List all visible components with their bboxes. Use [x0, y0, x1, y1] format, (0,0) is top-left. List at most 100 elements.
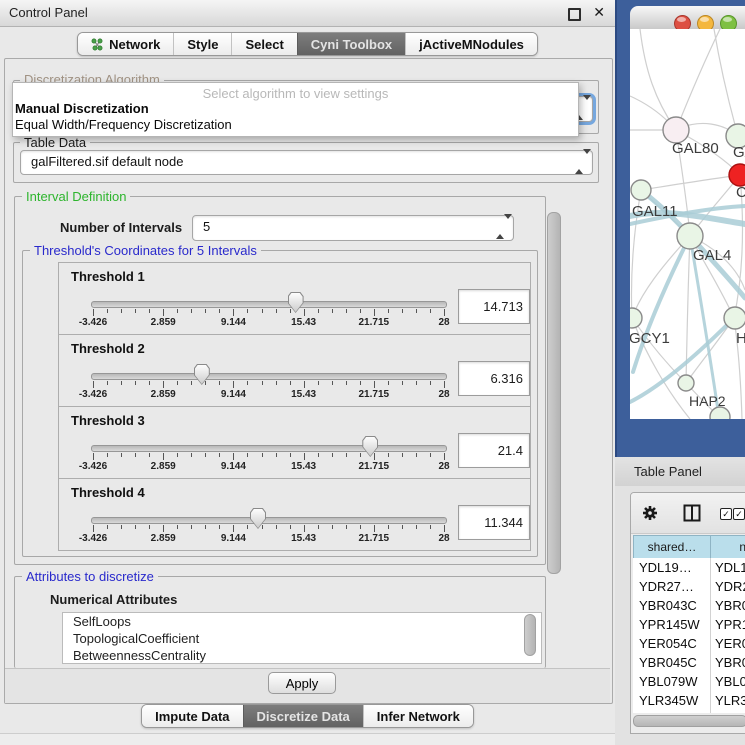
slider-tick [276, 309, 277, 313]
close-icon[interactable]: ✕ [593, 4, 605, 21]
table-row[interactable]: YBL079WYBL0 [633, 672, 745, 691]
threshold-label: Threshold 4 [71, 485, 145, 500]
threshold-value-field[interactable]: 21.4 [458, 433, 530, 468]
threshold-value-field[interactable]: 6.316 [458, 361, 530, 396]
tab-label: Style [187, 37, 218, 52]
slider-tick [402, 525, 403, 529]
slider-tick-label: 28 [438, 533, 449, 544]
combo-stepper-icon[interactable] [575, 154, 584, 169]
threshold-value-field[interactable]: 14.713 [458, 289, 530, 324]
table-cell: YDR2 [715, 579, 745, 594]
list-item-selfloops[interactable]: SelfLoops [63, 613, 541, 630]
attributes-list-scrollbar[interactable] [524, 614, 536, 656]
threshold-panel-1: Threshold 1-3.4262.8599.14415.4321.71528… [58, 262, 531, 335]
dropdown-item-equal-width-frequency-discretization[interactable]: Equal Width/Frequency Discretization [13, 117, 578, 133]
checkbox-icon[interactable]: ✓ [720, 508, 732, 520]
network-node-gcy1[interactable] [630, 308, 642, 328]
table-row[interactable]: YLR345WYLR3 [633, 691, 745, 710]
table-column-header-shared[interactable]: shared… [633, 535, 711, 559]
tab-style[interactable]: Style [173, 33, 231, 55]
slider-tick-label: 28 [438, 461, 449, 472]
slider-tick-label: -3.426 [79, 317, 107, 328]
slider-tick [233, 309, 234, 316]
apply-button[interactable]: Apply [268, 672, 336, 694]
table-row[interactable]: YBR043CYBR0 [633, 596, 745, 615]
float-window-icon[interactable] [568, 8, 581, 21]
slider-tick [205, 453, 206, 457]
columns-icon[interactable] [683, 504, 701, 522]
slider-tick [93, 381, 94, 388]
slider-tick [402, 381, 403, 385]
table-column-header-na[interactable]: na [710, 535, 745, 559]
threshold-slider-track[interactable] [91, 445, 447, 452]
slider-tick-label: 21.715 [359, 461, 390, 472]
tab-cyni-toolbox[interactable]: Cyni Toolbox [297, 33, 405, 55]
table-row[interactable]: YER054CYER0 [633, 634, 745, 653]
slider-tick [318, 453, 319, 457]
network-node-hap2[interactable] [678, 375, 694, 391]
slider-tick [374, 309, 375, 316]
threshold-slider-thumb[interactable] [194, 364, 210, 385]
slider-tick [262, 525, 263, 529]
table-row[interactable]: YIL052CYIL0 [633, 710, 745, 713]
table-row[interactable]: YDR27…YDR2 [633, 577, 745, 596]
gear-icon[interactable] [642, 505, 658, 521]
slider-tick [360, 453, 361, 457]
network-node-gal4[interactable] [677, 223, 703, 249]
tab-impute-data[interactable]: Impute Data [142, 705, 242, 727]
tab-infer-network[interactable]: Infer Network [363, 705, 473, 727]
table-row[interactable]: YDL19…YDL1 [633, 558, 745, 577]
slider-tick [262, 381, 263, 385]
dropdown-item-manual-discretization[interactable]: Manual Discretization [13, 101, 578, 117]
slider-tick [332, 525, 333, 529]
slider-tick-label: 9.144 [221, 461, 246, 472]
numerical-attributes-label: Numerical Attributes [50, 592, 177, 607]
tab-select[interactable]: Select [231, 33, 296, 55]
table-horizontal-scrollbar[interactable] [633, 715, 745, 727]
slider-tick [276, 453, 277, 457]
threshold-slider-track[interactable] [91, 373, 447, 380]
threshold-value-field[interactable]: 11.344 [458, 505, 530, 540]
tab-discretize-data[interactable]: Discretize Data [243, 705, 363, 727]
network-view-canvas[interactable]: GAL80GACGAL11GAL4GCY1HHAP2 [630, 29, 745, 419]
algorithm-dropdown-popup: Select algorithm to view settings Manual… [12, 82, 579, 137]
network-node-h[interactable] [724, 307, 745, 329]
network-node-c[interactable] [729, 164, 745, 186]
interval-definition-title: Interval Definition [22, 189, 130, 204]
slider-tick [388, 381, 389, 385]
slider-tick [444, 453, 445, 460]
table-cell: YER0 [715, 636, 745, 651]
tab-jactivemnodules[interactable]: jActiveMNodules [405, 33, 537, 55]
list-item-betweennesscentrality[interactable]: BetweennessCentrality [63, 647, 541, 664]
threshold-slider-thumb[interactable] [250, 508, 266, 529]
column-separator [710, 596, 711, 615]
slider-tick [430, 525, 431, 529]
slider-tick [262, 309, 263, 313]
threshold-slider-track[interactable] [91, 301, 447, 308]
slider-tick [205, 525, 206, 529]
network-node-gal11[interactable] [631, 180, 651, 200]
table-cell: YBL079W [639, 674, 698, 689]
list-item-topologicalcoefficient[interactable]: TopologicalCoefficient [63, 630, 541, 647]
slider-tick [374, 525, 375, 532]
threshold-slider-thumb[interactable] [362, 436, 378, 457]
number-of-intervals-spinner[interactable]: 5 [192, 215, 514, 241]
table-row[interactable]: YBR045CYBR0 [633, 653, 745, 672]
spinner-stepper-icon[interactable] [496, 219, 505, 234]
slider-tick [332, 309, 333, 313]
network-icon [91, 38, 104, 51]
network-graph: GAL80GACGAL11GAL4GCY1HHAP2 [630, 29, 745, 419]
tab-network[interactable]: Network [78, 33, 173, 55]
table-data-combobox[interactable]: galFiltered.sif default node [20, 150, 593, 175]
panel-vertical-scrollbar[interactable] [547, 212, 561, 574]
slider-tick [416, 525, 417, 529]
checkbox-icon[interactable]: ✓ [733, 508, 745, 520]
slider-tick [388, 453, 389, 457]
numerical-attributes-list[interactable]: SelfLoopsTopologicalCoefficientBetweenne… [62, 612, 542, 664]
slider-tick [135, 381, 136, 385]
slider-tick [360, 525, 361, 529]
slider-tick-label: -3.426 [79, 461, 107, 472]
dropdown-hint-item[interactable]: Select algorithm to view settings [13, 86, 578, 101]
table-row[interactable]: YPR145WYPR1 [633, 615, 745, 634]
threshold-slider-track[interactable] [91, 517, 447, 524]
